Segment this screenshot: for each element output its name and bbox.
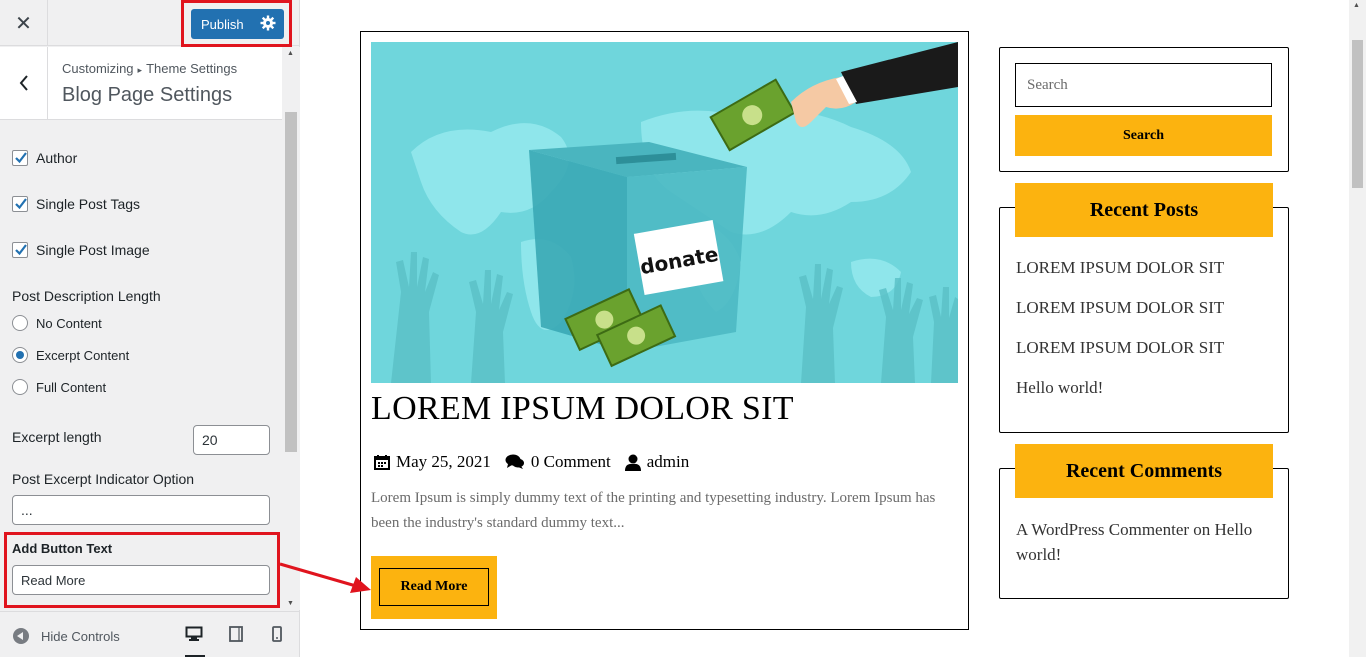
preview-scrollbar[interactable]: ▲ <box>1349 0 1366 657</box>
add-button-text-label: Add Button Text <box>12 541 113 556</box>
checkmark-icon <box>15 152 27 164</box>
single-post-image-label: Single Post Image <box>36 242 150 258</box>
back-button[interactable] <box>0 47 48 119</box>
full-content-radio-row[interactable]: Full Content <box>12 379 106 395</box>
post-date-text: May 25, 2021 <box>396 452 491 471</box>
donation-illustration: donate <box>371 42 958 383</box>
checkmark-icon <box>15 198 27 210</box>
scroll-down-icon[interactable]: ▼ <box>287 600 294 607</box>
breadcrumb-parent: Theme Settings <box>146 61 238 76</box>
scrollbar-thumb[interactable] <box>285 112 297 452</box>
post-title[interactable]: LOREM IPSUM DOLOR SIT <box>371 390 794 428</box>
calendar-icon <box>374 455 390 470</box>
section-header: Customizing ▸ Theme Settings Blog Page Set… <box>0 47 282 120</box>
single-post-tags-checkbox[interactable] <box>12 196 28 212</box>
excerpt-length-input[interactable]: 20 <box>193 425 270 455</box>
customizer-footer: Hide Controls <box>0 611 299 657</box>
post-date: May 25, 2021 <box>374 452 491 472</box>
tablet-preview-button[interactable] <box>228 626 248 644</box>
publish-button[interactable]: Publish <box>191 9 284 39</box>
recent-post-link[interactable]: LOREM IPSUM DOLOR SIT <box>1016 298 1224 318</box>
recent-posts-title: Recent Posts <box>1015 183 1273 237</box>
close-customizer-button[interactable]: ✕ <box>0 0 48 46</box>
post-author[interactable]: admin <box>624 452 690 472</box>
scroll-up-icon[interactable]: ▲ <box>1353 2 1360 9</box>
user-icon <box>624 454 641 471</box>
post-comments[interactable]: 0 Comment <box>505 452 611 472</box>
single-post-image-checkbox-row[interactable]: Single Post Image <box>12 242 150 258</box>
tablet-icon <box>229 626 243 642</box>
recent-post-link[interactable]: Hello world! <box>1016 378 1103 398</box>
post-comments-text: 0 Comment <box>530 452 611 471</box>
desktop-preview-button[interactable] <box>185 626 205 657</box>
post-author-text: admin <box>646 452 690 471</box>
no-content-radio-row[interactable]: No Content <box>12 315 102 331</box>
post-excerpt-indicator-label: Post Excerpt Indicator Option <box>12 471 195 487</box>
search-input[interactable]: Search <box>1015 63 1272 107</box>
checkmark-icon <box>15 244 27 256</box>
excerpt-content-label: Excerpt Content <box>36 347 130 363</box>
panel-scrollbar[interactable]: ▲ ▼ <box>283 47 300 610</box>
mobile-preview-button[interactable] <box>271 626 291 644</box>
gear-icon[interactable] <box>260 15 276 31</box>
scroll-up-icon[interactable]: ▲ <box>287 50 294 57</box>
full-content-radio[interactable] <box>12 379 28 395</box>
comments-icon <box>505 454 524 469</box>
recent-post-link[interactable]: LOREM IPSUM DOLOR SIT <box>1016 258 1224 278</box>
breadcrumb: Customizing ▸ Theme Settings <box>62 61 237 76</box>
mobile-icon <box>272 626 282 642</box>
chevron-left-icon <box>19 75 28 91</box>
close-icon: ✕ <box>15 12 32 35</box>
excerpt-length-label: Excerpt length <box>12 429 102 445</box>
post-excerpt: Lorem Ipsum is simply dummy text of the … <box>371 490 936 531</box>
customizer-panel: ✕ Publish Customizing ▸ Theme Settings Blo… <box>0 0 300 657</box>
single-post-tags-checkbox-row[interactable]: Single Post Tags <box>12 196 140 212</box>
author-checkbox-row[interactable]: Author <box>12 150 77 166</box>
desktop-icon <box>185 626 203 641</box>
author-label: Author <box>36 150 78 166</box>
recent-comment-item[interactable]: A WordPress Commenter on Hello world! <box>1016 517 1278 567</box>
excerpt-content-radio-row[interactable]: Excerpt Content <box>12 347 129 363</box>
recent-posts-widget <box>999 207 1289 433</box>
post-excerpt-indicator-input[interactable]: ... <box>12 495 270 525</box>
search-button[interactable]: Search <box>1015 115 1272 156</box>
hide-controls-button[interactable]: Hide Controls <box>13 628 120 644</box>
recent-post-link[interactable]: LOREM IPSUM DOLOR SIT <box>1016 338 1224 358</box>
post-meta: May 25, 2021 0 Comment admin <box>374 452 703 472</box>
collapse-icon <box>13 628 29 644</box>
preview-scrollbar-thumb[interactable] <box>1352 40 1363 188</box>
publish-label: Publish <box>201 16 244 32</box>
breadcrumb-root: Customizing <box>62 61 134 76</box>
section-title: Blog Page Settings <box>62 84 233 106</box>
post-description-length-label: Post Description Length <box>12 288 161 304</box>
single-post-image-checkbox[interactable] <box>12 242 28 258</box>
breadcrumb-separator-icon: ▸ <box>137 65 143 75</box>
single-post-tags-label: Single Post Tags <box>36 196 141 212</box>
excerpt-content-radio[interactable] <box>12 347 28 363</box>
full-content-label: Full Content <box>36 379 107 395</box>
recent-comments-title: Recent Comments <box>1015 444 1273 498</box>
author-checkbox[interactable] <box>12 150 28 166</box>
add-button-text-input[interactable]: Read More <box>12 565 270 595</box>
hide-controls-label: Hide Controls <box>41 628 120 644</box>
post-featured-image[interactable]: donate <box>371 42 958 383</box>
no-content-radio[interactable] <box>12 315 28 331</box>
annotation-arrow-icon <box>279 562 371 593</box>
no-content-label: No Content <box>36 315 102 331</box>
read-more-button[interactable]: Read More <box>379 568 489 606</box>
